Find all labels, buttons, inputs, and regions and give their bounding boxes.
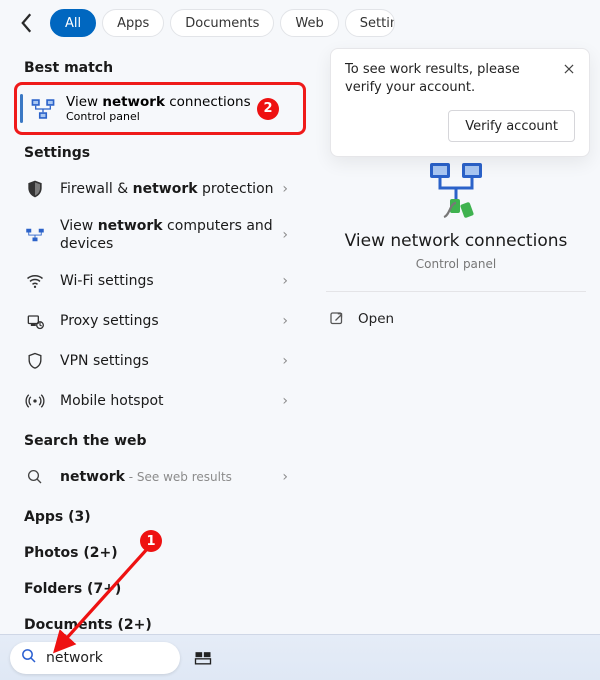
- preview-title: View network connections: [322, 231, 590, 251]
- divider: [326, 291, 586, 292]
- search-icon: [20, 647, 38, 669]
- best-match-item[interactable]: View network connections Control panel 2: [0, 84, 312, 133]
- filter-tab-web[interactable]: Web: [280, 9, 338, 37]
- network-pc-icon: [24, 224, 46, 246]
- settings-item-title: Firewall & network protection: [60, 180, 276, 198]
- taskbar: [0, 634, 600, 680]
- proxy-icon: [24, 310, 46, 332]
- chevron-right-icon: ›: [276, 353, 288, 369]
- back-button[interactable]: [14, 8, 44, 38]
- open-label: Open: [358, 311, 394, 327]
- filter-tab-apps[interactable]: Apps: [102, 9, 164, 37]
- settings-item-title: Proxy settings: [60, 312, 276, 330]
- group-photos[interactable]: Photos (2+): [0, 533, 312, 569]
- network-connections-icon: [30, 96, 56, 122]
- task-view-icon[interactable]: [190, 645, 216, 671]
- open-external-icon: [328, 310, 346, 328]
- open-action[interactable]: Open: [322, 300, 590, 338]
- close-button[interactable]: [559, 59, 579, 79]
- preview-content: View network connections Control panel O…: [322, 145, 590, 338]
- preview-subtitle: Control panel: [322, 257, 590, 271]
- preview-app-icon: [424, 157, 488, 221]
- annotation-badge-2: 2: [257, 98, 279, 120]
- settings-item-vpn[interactable]: VPN settings ›: [0, 341, 312, 381]
- best-match-body: View network connections Control panel: [66, 94, 251, 123]
- close-icon: [562, 62, 576, 76]
- web-search-title: network - See web results: [60, 468, 276, 486]
- heading-search-web: Search the web: [0, 421, 312, 457]
- settings-item-title: View network computers and devices: [60, 217, 276, 253]
- filter-tab-all[interactable]: All: [50, 9, 96, 37]
- taskbar-search-input[interactable]: [46, 650, 166, 666]
- web-search-item[interactable]: network - See web results ›: [0, 457, 312, 497]
- settings-item-title: Wi-Fi settings: [60, 272, 276, 290]
- group-apps[interactable]: Apps (3): [0, 497, 312, 533]
- work-notice-card: To see work results, please verify your …: [330, 48, 590, 157]
- filter-bar: All Apps Documents Web Settings: [0, 0, 600, 42]
- chevron-right-icon: ›: [276, 227, 288, 243]
- heading-settings: Settings: [0, 133, 312, 169]
- chevron-right-icon: ›: [276, 273, 288, 289]
- group-documents[interactable]: Documents (2+): [0, 605, 312, 635]
- notice-text: To see work results, please verify your …: [345, 61, 575, 96]
- results-left-pane: Best match View network connections Cont…: [0, 42, 312, 656]
- best-match-subtitle: Control panel: [66, 110, 251, 123]
- heading-best-match: Best match: [0, 48, 312, 84]
- chevron-right-icon: ›: [276, 313, 288, 329]
- vpn-shield-icon: [24, 350, 46, 372]
- best-match-title: View network connections: [66, 94, 251, 110]
- preview-pane: To see work results, please verify your …: [312, 42, 600, 656]
- settings-item-firewall[interactable]: Firewall & network protection ›: [0, 169, 312, 209]
- selection-accent: [20, 94, 23, 123]
- settings-item-title: Mobile hotspot: [60, 392, 276, 410]
- results-columns: Best match View network connections Cont…: [0, 42, 600, 656]
- hotspot-icon: [24, 390, 46, 412]
- search-icon: [24, 466, 46, 488]
- shield-icon: [24, 178, 46, 200]
- filter-tab-settings[interactable]: Settings: [345, 9, 395, 37]
- chevron-right-icon: ›: [276, 469, 288, 485]
- verify-account-button[interactable]: Verify account: [448, 110, 575, 142]
- settings-item-hotspot[interactable]: Mobile hotspot ›: [0, 381, 312, 421]
- settings-item-view-computers[interactable]: View network computers and devices ›: [0, 209, 312, 261]
- arrow-left-icon: [14, 8, 44, 38]
- taskbar-search[interactable]: [10, 642, 180, 674]
- chevron-right-icon: ›: [276, 393, 288, 409]
- wifi-icon: [24, 270, 46, 292]
- group-folders[interactable]: Folders (7+): [0, 569, 312, 605]
- settings-item-proxy[interactable]: Proxy settings ›: [0, 301, 312, 341]
- settings-item-title: VPN settings: [60, 352, 276, 370]
- chevron-right-icon: ›: [276, 181, 288, 197]
- settings-item-wifi[interactable]: Wi-Fi settings ›: [0, 261, 312, 301]
- filter-tab-documents[interactable]: Documents: [170, 9, 274, 37]
